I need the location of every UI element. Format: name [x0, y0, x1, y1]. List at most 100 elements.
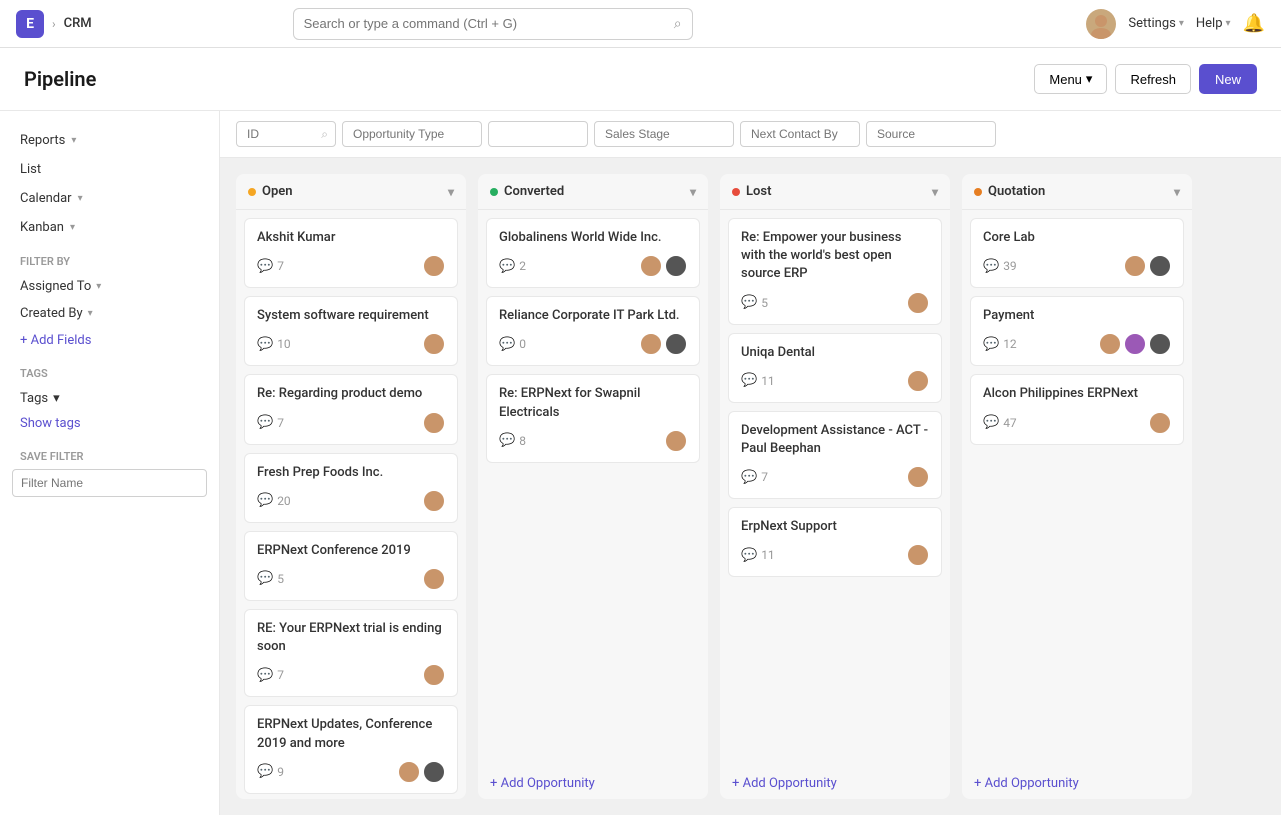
card-avatar: [907, 292, 929, 314]
next-contact-filter[interactable]: [740, 121, 860, 147]
card-avatar: [665, 430, 687, 452]
nav-chevron: ›: [52, 17, 56, 31]
card-comments: 💬 7: [257, 259, 284, 274]
filter-name-input[interactable]: [12, 469, 207, 497]
card-comments: 💬 20: [257, 493, 291, 508]
card-avatar: [1099, 333, 1121, 355]
card[interactable]: Development Assistance - ACT - Paul Beep…: [728, 411, 942, 499]
comment-count: 7: [761, 470, 768, 484]
notification-bell-icon[interactable]: 🔔: [1243, 13, 1265, 34]
card[interactable]: RE: Your ERPNext trial is ending soon 💬 …: [244, 609, 458, 697]
filter-assigned-to[interactable]: Assigned To ▾: [12, 274, 207, 299]
card-comments: 💬 7: [257, 668, 284, 683]
column-chevron-lost[interactable]: ▾: [932, 185, 938, 199]
card[interactable]: Payment 💬 12: [970, 296, 1184, 366]
comment-icon: 💬: [741, 295, 757, 310]
card-title: Akshit Kumar: [257, 229, 445, 247]
card[interactable]: Globalinens World Wide Inc. 💬 2: [486, 218, 700, 288]
card[interactable]: Core Lab 💬 39: [970, 218, 1184, 288]
show-tags-link[interactable]: Show tags: [12, 411, 207, 436]
sales-stage-filter[interactable]: [594, 121, 734, 147]
opportunity-type-filter[interactable]: [342, 121, 482, 147]
comment-icon: 💬: [741, 373, 757, 388]
card-comments: 💬 7: [741, 470, 768, 485]
comment-count: 2: [519, 259, 526, 273]
column-header-left: Quotation: [974, 184, 1045, 199]
card[interactable]: Uniqa Dental 💬 11: [728, 333, 942, 403]
card-footer: 💬 7: [257, 255, 445, 277]
card-avatars: [907, 292, 929, 314]
card[interactable]: ErpNext Support 💬 11: [728, 507, 942, 577]
status-dot-lost: [732, 188, 740, 196]
add-fields-button[interactable]: + Add Fields: [12, 328, 207, 353]
add-opportunity-quotation[interactable]: + Add Opportunity: [962, 768, 1192, 799]
filter-bar: ⌕: [220, 111, 1281, 158]
card-footer: 💬 0: [499, 333, 687, 355]
column-header-left: Lost: [732, 184, 771, 199]
card-avatars: [423, 568, 445, 590]
cards-container-converted: Globalinens World Wide Inc. 💬 2 Reliance…: [478, 210, 708, 768]
comment-count: 39: [1003, 259, 1017, 273]
column-chevron-quotation[interactable]: ▾: [1174, 185, 1180, 199]
sidebar-item-kanban[interactable]: Kanban ▾: [12, 214, 207, 241]
card[interactable]: ERPNext Conference 2019 💬 5: [244, 531, 458, 601]
card[interactable]: Fresh Prep Foods Inc. 💬 20: [244, 453, 458, 523]
menu-arrow-icon: ▾: [1086, 71, 1093, 87]
card-footer: 💬 2: [499, 255, 687, 277]
add-opportunity-converted[interactable]: + Add Opportunity: [478, 768, 708, 799]
card-footer: 💬 7: [741, 466, 929, 488]
help-link[interactable]: Help ▾: [1196, 16, 1231, 31]
card-title: Core Lab: [983, 229, 1171, 247]
add-opportunity-lost[interactable]: + Add Opportunity: [720, 768, 950, 799]
card[interactable]: Reliance Corporate IT Park Ltd. 💬 0: [486, 296, 700, 366]
column-title-open: Open: [262, 184, 293, 199]
card-footer: 💬 5: [741, 292, 929, 314]
card[interactable]: Alcon Philippines ERPNext 💬 47: [970, 374, 1184, 444]
settings-link[interactable]: Settings ▾: [1128, 16, 1184, 31]
tags-item[interactable]: Tags ▾: [12, 386, 207, 411]
card-title: Re: Regarding product demo: [257, 385, 445, 403]
sidebar-item-reports[interactable]: Reports ▾: [12, 127, 207, 154]
card-title: Payment: [983, 307, 1171, 325]
card-title: Uniqa Dental: [741, 344, 929, 362]
card-comments: 💬 5: [741, 295, 768, 310]
comment-count: 9: [277, 765, 284, 779]
card[interactable]: Re: ERPNext for Swapnil Electricals 💬 8: [486, 374, 700, 462]
refresh-button[interactable]: Refresh: [1115, 64, 1191, 94]
card[interactable]: Re: Regarding product demo 💬 7: [244, 374, 458, 444]
new-button[interactable]: New: [1199, 64, 1257, 94]
sidebar-item-calendar[interactable]: Calendar ▾: [12, 185, 207, 212]
comment-count: 5: [761, 296, 768, 310]
card-avatar: [423, 333, 445, 355]
top-nav: E › CRM ⌕ Settings ▾ Help ▾ 🔔: [0, 0, 1281, 48]
card-avatars: [423, 412, 445, 434]
card-avatars: [1099, 333, 1171, 355]
column-chevron-open[interactable]: ▾: [448, 185, 454, 199]
comment-icon: 💬: [499, 337, 515, 352]
sidebar-item-list[interactable]: List: [12, 156, 207, 183]
comment-count: 0: [519, 337, 526, 351]
cards-container-lost: Re: Empower your business with the world…: [720, 210, 950, 768]
source-filter[interactable]: [866, 121, 996, 147]
card[interactable]: System software requirement 💬 10: [244, 296, 458, 366]
app-icon[interactable]: E: [16, 10, 44, 38]
column-chevron-converted[interactable]: ▾: [690, 185, 696, 199]
sidebar-list-label: List: [20, 162, 41, 177]
avatar[interactable]: [1086, 9, 1116, 39]
card-comments: 💬 9: [257, 764, 284, 779]
tags-arrow-icon: ▾: [53, 391, 60, 406]
card-comments: 💬 2: [499, 259, 526, 274]
menu-button[interactable]: Menu ▾: [1034, 64, 1107, 94]
card[interactable]: ERPNext Updates, Conference 2019 and mor…: [244, 705, 458, 793]
card-title: RE: Your ERPNext trial is ending soon: [257, 620, 445, 656]
card[interactable]: Re: Empower your business with the world…: [728, 218, 942, 325]
card-title: Globalinens World Wide Inc.: [499, 229, 687, 247]
search-input[interactable]: [304, 16, 674, 31]
field3-filter[interactable]: [488, 121, 588, 147]
page-header: Pipeline Menu ▾ Refresh New: [0, 48, 1281, 111]
search-bar[interactable]: ⌕: [293, 8, 693, 40]
card-title: Development Assistance - ACT - Paul Beep…: [741, 422, 929, 458]
card-avatars: [907, 370, 929, 392]
card[interactable]: Akshit Kumar 💬 7: [244, 218, 458, 288]
filter-created-by[interactable]: Created By ▾: [12, 301, 207, 326]
